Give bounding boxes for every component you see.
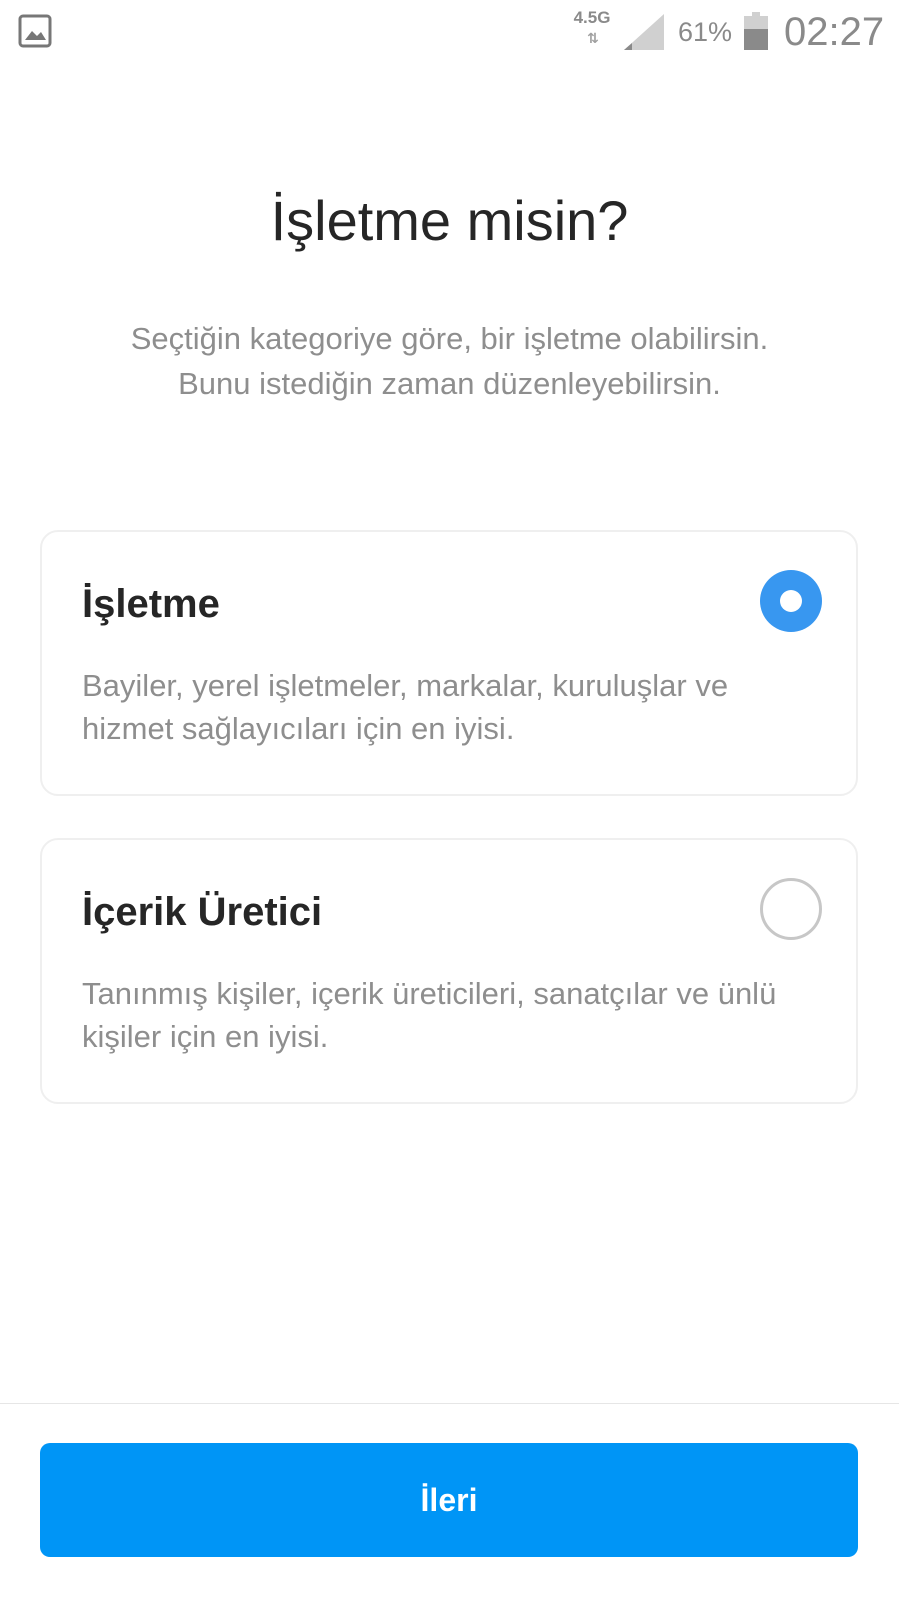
option-card-business[interactable]: İşletme Bayiler, yerel işletmeler, marka… bbox=[40, 530, 858, 796]
battery-percent: 61% bbox=[678, 17, 733, 47]
subtitle-line-1: Seçtiğin kategoriye göre, bir işletme ol… bbox=[130, 321, 769, 356]
data-arrows-icon: ⇅ bbox=[587, 30, 599, 46]
battery-icon bbox=[744, 12, 768, 50]
page-title: İşletme misin? bbox=[270, 189, 629, 252]
clock: 02:27 bbox=[784, 10, 885, 54]
option-description-creator: Tanınmış kişiler, içerik üreticileri, sa… bbox=[82, 976, 777, 1054]
subtitle-line-2: Bunu istediğin zaman düzenleyebilirsin. bbox=[178, 366, 721, 401]
network-type-label: 4.5G bbox=[573, 8, 611, 27]
network-type: 4.5G ⇅ bbox=[570, 8, 614, 52]
option-title-business: İşletme bbox=[82, 582, 220, 626]
page-subtitle: Seçtiğin kategoriye göre, bir işletme ol… bbox=[60, 316, 839, 406]
next-button[interactable]: İleri bbox=[40, 1443, 858, 1557]
option-title-creator: İçerik Üretici bbox=[82, 890, 323, 934]
radio-business-selected[interactable] bbox=[760, 570, 822, 632]
status-bar: 4.5G ⇅ 61% 02:27 bbox=[0, 0, 899, 66]
gallery-icon bbox=[18, 14, 52, 48]
radio-creator-unselected[interactable] bbox=[760, 878, 822, 940]
radio-dot bbox=[780, 590, 802, 612]
footer-divider bbox=[0, 1403, 899, 1404]
option-card-creator[interactable]: İçerik Üretici Tanınmış kişiler, içerik … bbox=[40, 838, 858, 1104]
signal-icon bbox=[624, 14, 664, 50]
option-description-business: Bayiler, yerel işletmeler, markalar, kur… bbox=[82, 668, 729, 746]
